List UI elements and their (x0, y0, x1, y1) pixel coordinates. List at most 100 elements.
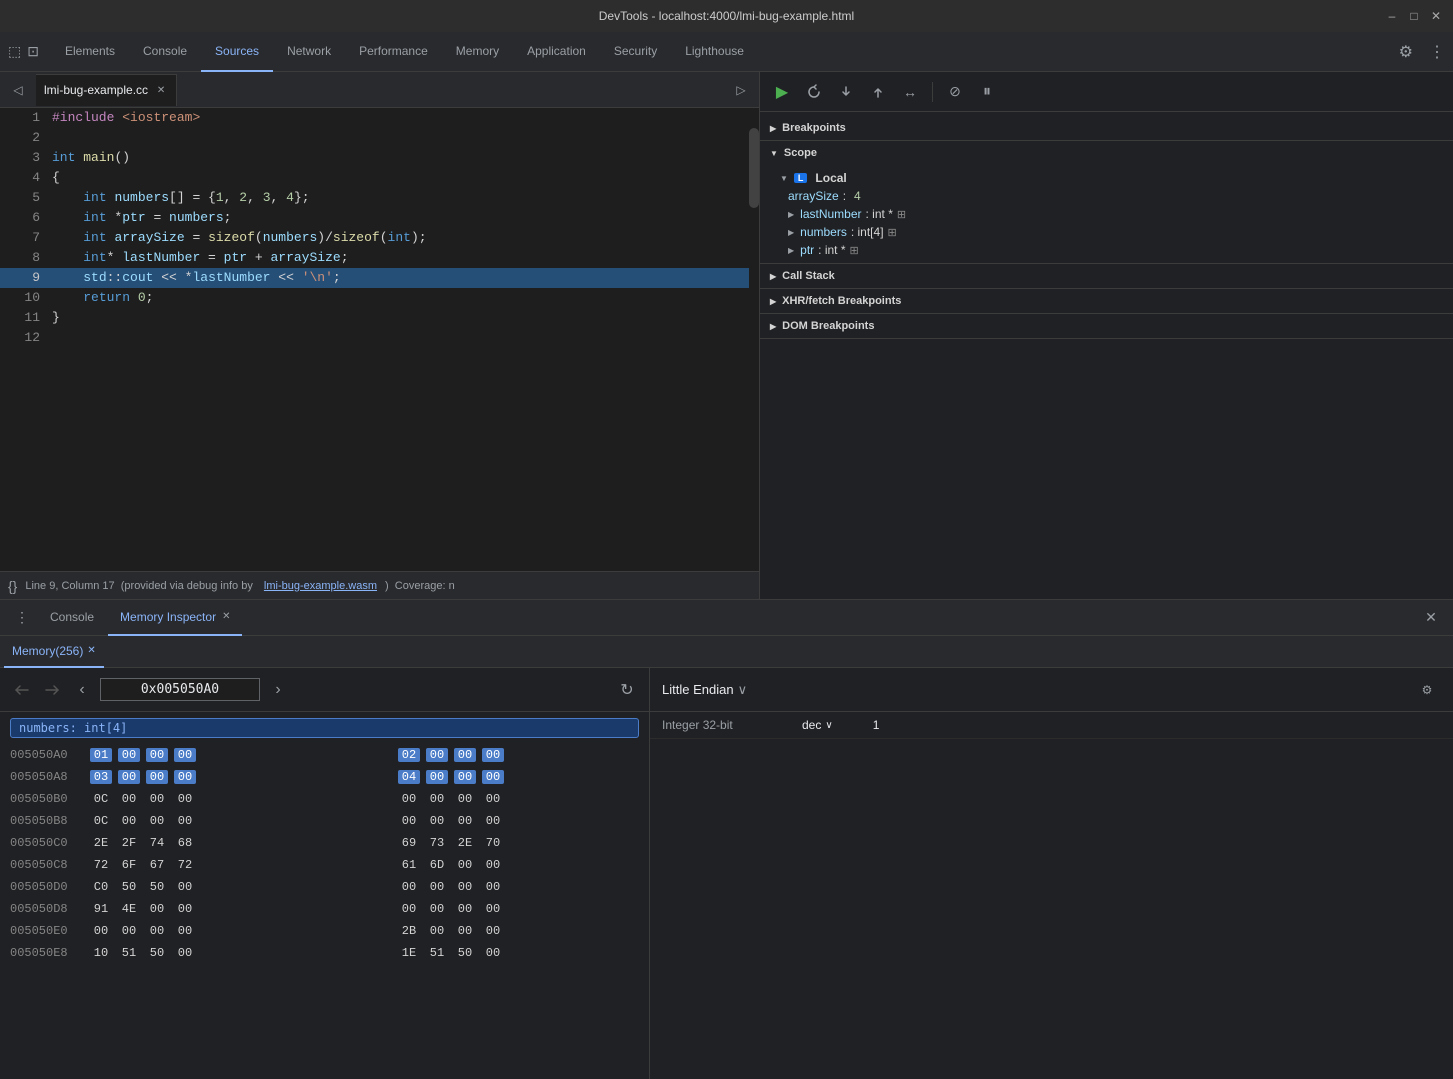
more-options-icon[interactable]: ⋮ (1429, 42, 1445, 62)
source-line-2[interactable]: 2 (0, 128, 759, 148)
tab-console-bottom[interactable]: Console (38, 600, 106, 636)
scope-label: Scope (784, 147, 817, 159)
memory-inspector-tab-label: Memory Inspector (120, 610, 216, 624)
deactivate-breakpoints-button[interactable]: ⊘ (941, 78, 969, 106)
scope-item-numbers[interactable]: ▶ numbers : int[4] ⊞ (760, 223, 1453, 241)
restore-button[interactable]: □ (1407, 9, 1421, 23)
scope-item-ptr[interactable]: ▶ ptr : int * ⊞ (760, 241, 1453, 259)
step-over-button[interactable] (800, 78, 828, 106)
hex-bytes-0: 01 00 00 00 (90, 748, 390, 762)
mem-back-button[interactable] (10, 678, 34, 702)
call-stack-section: ▶ Call Stack (760, 264, 1453, 289)
hex-row-7[interactable]: 005050D8 91 4E 00 00 00 00 0 (0, 898, 649, 920)
tab-application[interactable]: Application (513, 32, 600, 72)
file-tab-close-button[interactable]: ✕ (154, 83, 168, 97)
memory-256-close[interactable]: ✕ (87, 645, 95, 656)
breakpoints-header[interactable]: ▶ Breakpoints (760, 116, 1453, 140)
navigator-toggle[interactable]: ◁ (4, 76, 32, 104)
hex-bytes-8b: 2B 00 00 00 (398, 924, 649, 938)
curly-brackets-icon: {} (8, 578, 17, 594)
tab-elements[interactable]: Elements (51, 32, 129, 72)
minimize-button[interactable]: – (1385, 9, 1399, 23)
mem-prev-button[interactable]: ‹ (70, 678, 94, 702)
hex-bytes-7: 91 4E 00 00 (90, 902, 390, 916)
hex-row-8[interactable]: 005050E0 00 00 00 00 2B 00 0 (0, 920, 649, 942)
scope-local-header[interactable]: ▼ L Local (760, 169, 1453, 187)
hex-row-2[interactable]: 005050B0 0C 00 00 00 00 00 0 (0, 788, 649, 810)
step-button[interactable]: ↔ (896, 78, 924, 106)
tab-lighthouse[interactable]: Lighthouse (671, 32, 758, 72)
scope-header[interactable]: ▼ Scope (760, 141, 1453, 165)
source-line-12[interactable]: 12 (0, 328, 759, 348)
value-inspector-settings-button[interactable]: ⚙ (1413, 676, 1441, 704)
hex-row-1[interactable]: 005050A8 03 00 00 00 04 00 0 (0, 766, 649, 788)
source-code-lines: 1 #include <iostream> 2 3 int main () (0, 108, 759, 571)
hex-row-9[interactable]: 005050E8 10 51 50 00 1E 51 5 (0, 942, 649, 964)
hex-row-5[interactable]: 005050C8 72 6F 67 72 61 6D 0 (0, 854, 649, 876)
endian-selector[interactable]: Little Endian ∨ (662, 682, 747, 698)
hex-row-4[interactable]: 005050C0 2E 2F 74 68 69 73 2 (0, 832, 649, 854)
wasm-link[interactable]: lmi-bug-example.wasm (264, 580, 377, 592)
int32-format-chevron-icon: ∨ (825, 720, 832, 731)
hex-row-6[interactable]: 005050D0 C0 50 50 00 00 00 0 (0, 876, 649, 898)
source-line-1[interactable]: 1 #include <iostream> (0, 108, 759, 128)
hex-addr-4: 005050C0 (10, 836, 90, 850)
close-button[interactable]: ✕ (1429, 9, 1443, 23)
memory-256-tab[interactable]: Memory(256) ✕ (4, 636, 104, 668)
source-line-4[interactable]: 4 { (0, 168, 759, 188)
mem-refresh-button[interactable]: ↻ (615, 678, 639, 702)
tab-network[interactable]: Network (273, 32, 345, 72)
source-line-8[interactable]: 8 int * lastNumber = ptr + arraySize ; (0, 248, 759, 268)
tab-security[interactable]: Security (600, 32, 671, 72)
memory-toolbar: ‹ › ↻ (0, 668, 649, 712)
file-tab-lmi[interactable]: lmi-bug-example.cc ✕ (36, 74, 177, 106)
debug-toolbar: ▶ ↔ (760, 72, 1453, 112)
hex-addr-2: 005050B0 (10, 792, 90, 806)
source-line-7[interactable]: 7 int arraySize = sizeof ( numbers )/ si… (0, 228, 759, 248)
source-line-6[interactable]: 6 int * ptr = numbers ; (0, 208, 759, 228)
tab-memory[interactable]: Memory (442, 32, 513, 72)
memory-inspector-tab-close[interactable]: ✕ (222, 611, 230, 622)
int32-format-selector[interactable]: dec ∨ (802, 718, 833, 732)
scope-item-arraysize[interactable]: arraySize : 4 (760, 187, 1453, 205)
tab-memory-inspector[interactable]: Memory Inspector ✕ (108, 600, 242, 636)
tab-sources[interactable]: Sources (201, 32, 273, 72)
source-line-11[interactable]: 11 } (0, 308, 759, 328)
dom-header[interactable]: ▶ DOM Breakpoints (760, 314, 1453, 338)
dom-label: DOM Breakpoints (782, 320, 874, 332)
more-tabs-icon[interactable]: ⋮ (8, 604, 36, 632)
bottom-panel: ⋮ Console Memory Inspector ✕ ✕ Memory(25… (0, 599, 1453, 1079)
hex-bytes-6b: 00 00 00 00 (398, 880, 649, 894)
status-text2: ) Coverage: n (385, 580, 455, 592)
call-stack-triangle: ▶ (770, 272, 776, 281)
mem-forward-button[interactable] (40, 678, 64, 702)
hex-row-0[interactable]: 005050A0 01 00 00 00 02 00 0 (0, 744, 649, 766)
hex-bytes-3b: 00 00 00 00 (398, 814, 649, 828)
mem-next-button[interactable]: › (266, 678, 290, 702)
scope-item-lastnumber[interactable]: ▶ lastNumber : int * ⊞ (760, 205, 1453, 223)
source-line-9[interactable]: 9 std :: cout << * lastNumber << '\n' ; (0, 268, 759, 288)
xhr-header[interactable]: ▶ XHR/fetch Breakpoints (760, 289, 1453, 313)
call-stack-header[interactable]: ▶ Call Stack (760, 264, 1453, 288)
resume-button[interactable]: ▶ (768, 78, 796, 106)
source-line-10[interactable]: 10 return 0 ; (0, 288, 759, 308)
step-out-button[interactable] (864, 78, 892, 106)
device-toolbar-icon[interactable]: ⊡ (27, 43, 39, 60)
source-line-5[interactable]: 5 int numbers [] = { 1 , 2 , 3 , 4 (0, 188, 759, 208)
close-all-button[interactable]: ✕ (1417, 604, 1445, 632)
scope-content: ▼ L Local arraySize : 4 ▶ (760, 165, 1453, 263)
pause-on-exceptions-button[interactable]: ⏸ (973, 78, 1001, 106)
settings-icon[interactable]: ⚙ (1399, 42, 1413, 62)
source-scrollbar[interactable] (749, 108, 759, 571)
hex-addr-1: 005050A8 (10, 770, 90, 784)
inspect-element-icon[interactable]: ⬚ (8, 43, 21, 60)
run-snippet-icon[interactable]: ▷ (727, 76, 755, 104)
memory-address-input[interactable] (100, 678, 260, 701)
hex-row-3[interactable]: 005050B8 0C 00 00 00 00 00 0 (0, 810, 649, 832)
tab-console[interactable]: Console (129, 32, 201, 72)
source-line-3[interactable]: 3 int main () (0, 148, 759, 168)
value-row-int32: Integer 32-bit dec ∨ 1 (650, 712, 1453, 739)
memory-inspector-content: Memory(256) ✕ ‹ (0, 636, 1453, 1079)
tab-performance[interactable]: Performance (345, 32, 442, 72)
step-into-button[interactable] (832, 78, 860, 106)
